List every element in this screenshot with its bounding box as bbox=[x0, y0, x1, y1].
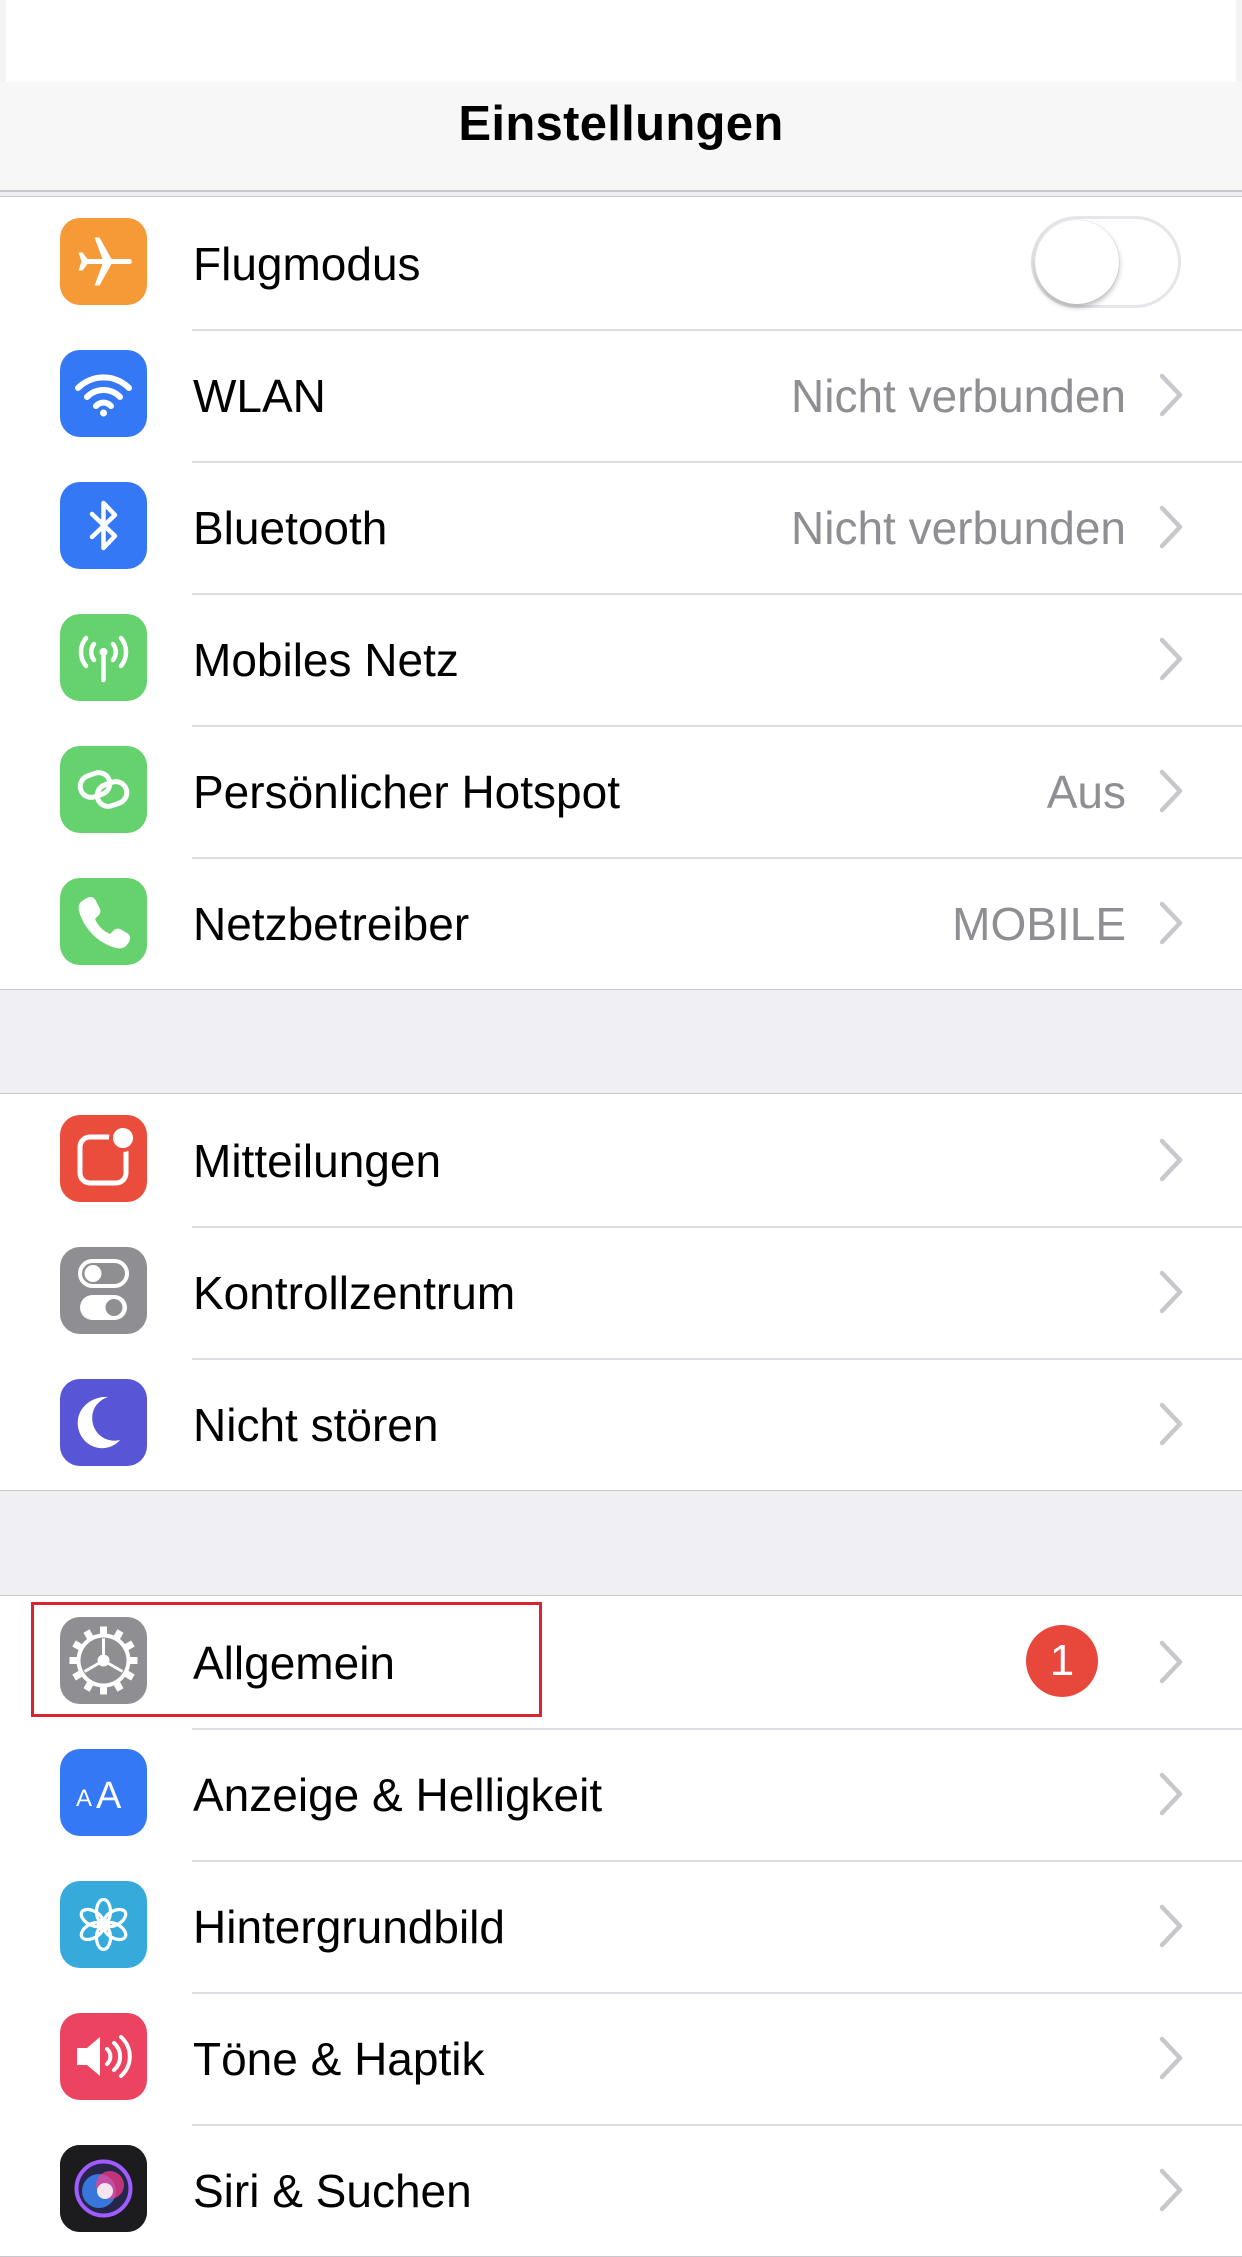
status-bar-edge-left bbox=[0, 0, 6, 82]
chevron-right-icon bbox=[1158, 768, 1184, 814]
svg-text:A: A bbox=[76, 1785, 92, 1812]
chevron-right-icon bbox=[1158, 1401, 1184, 1447]
airplane-mode-toggle[interactable] bbox=[1031, 216, 1181, 308]
notifications-icon bbox=[60, 1115, 147, 1202]
chevron-right-icon bbox=[1158, 372, 1184, 418]
settings-row-flugmodus[interactable]: Flugmodus bbox=[0, 197, 1242, 329]
settings-row-label: Bluetooth bbox=[193, 502, 388, 554]
settings-row-wlan[interactable]: WLAN Nicht verbunden bbox=[0, 329, 1242, 461]
wallpaper-icon bbox=[60, 1881, 147, 1968]
settings-row-bluetooth[interactable]: Bluetooth Nicht verbunden bbox=[0, 461, 1242, 593]
status-bar-edge-right bbox=[1236, 0, 1242, 82]
chevron-right-icon bbox=[1158, 1903, 1184, 1949]
speaker-icon bbox=[60, 2013, 147, 2100]
bluetooth-icon bbox=[60, 482, 147, 569]
update-badge: 1 bbox=[1026, 1625, 1098, 1697]
svg-text:A: A bbox=[96, 1775, 122, 1817]
chevron-right-icon bbox=[1158, 504, 1184, 550]
settings-row-netzbetreiber[interactable]: Netzbetreiber MOBILE bbox=[0, 857, 1242, 989]
chevron-right-icon bbox=[1158, 2167, 1184, 2213]
settings-row-value: Nicht verbunden bbox=[791, 370, 1126, 422]
chevron-right-icon bbox=[1158, 1771, 1184, 1817]
settings-row-label: Siri & Suchen bbox=[193, 2165, 472, 2217]
chevron-right-icon bbox=[1158, 1137, 1184, 1183]
airplane-icon bbox=[60, 218, 147, 305]
settings-row-label: Nicht stören bbox=[193, 1399, 439, 1451]
chevron-right-icon bbox=[1158, 900, 1184, 946]
status-bar bbox=[0, 0, 1242, 82]
settings-row-anzeige-and-helligkeit[interactable]: A A Anzeige & Helligkeit bbox=[0, 1728, 1242, 1860]
settings-row-label: WLAN bbox=[193, 370, 326, 422]
connectivity-group: Flugmodus WLAN Nicht verbunden Bluetooth Nic… bbox=[0, 196, 1242, 990]
wifi-icon bbox=[60, 350, 147, 437]
settings-row-mitteilungen[interactable]: Mitteilungen bbox=[0, 1094, 1242, 1226]
chevron-right-icon bbox=[1158, 2035, 1184, 2081]
chevron-right-icon bbox=[1158, 636, 1184, 682]
page-title: Einstellungen bbox=[458, 97, 784, 151]
settings-row-label: Kontrollzentrum bbox=[193, 1267, 516, 1319]
settings-row-label: Töne & Haptik bbox=[193, 2033, 485, 2085]
siri-icon bbox=[60, 2145, 147, 2232]
settings-row-hintergrundbild[interactable]: Hintergrundbild bbox=[0, 1860, 1242, 1992]
settings-row-value: MOBILE bbox=[952, 898, 1126, 950]
text-size-icon: AA bbox=[60, 1749, 147, 1836]
settings-row-persoenlicher-hotspot[interactable]: Persönlicher Hotspot Aus bbox=[0, 725, 1242, 857]
notifications-group: Mitteilungen Kontrollzentrum Nicht stören bbox=[0, 1093, 1242, 1491]
antenna-icon bbox=[60, 614, 147, 701]
settings-row-siri-and-suchen[interactable]: Siri & Suchen bbox=[0, 2124, 1242, 2256]
highlight-box bbox=[31, 1602, 542, 1717]
settings-row-label: Flugmodus bbox=[193, 238, 421, 290]
settings-row-label: Mobiles Netz bbox=[193, 634, 459, 686]
settings-row-value: Aus bbox=[1046, 766, 1126, 818]
hotspot-icon bbox=[60, 746, 147, 833]
settings-row-label: Persönlicher Hotspot bbox=[193, 766, 620, 818]
settings-row-value: Nicht verbunden bbox=[791, 502, 1126, 554]
chevron-right-icon bbox=[1158, 1639, 1184, 1685]
phone-icon bbox=[60, 878, 147, 965]
settings-row-toene-and-haptik[interactable]: Töne & Haptik bbox=[0, 1992, 1242, 2124]
chevron-right-icon bbox=[1158, 1269, 1184, 1315]
settings-row-nicht-stoeren[interactable]: Nicht stören bbox=[0, 1358, 1242, 1490]
settings-row-label: Anzeige & Helligkeit bbox=[193, 1769, 603, 1821]
settings-row-label: Mitteilungen bbox=[193, 1135, 442, 1187]
settings-row-label: Netzbetreiber bbox=[193, 898, 470, 950]
settings-row-mobiles-netz[interactable]: Mobiles Netz bbox=[0, 593, 1242, 725]
navigation-bar: Einstellungen bbox=[0, 82, 1242, 192]
control-center-icon bbox=[60, 1247, 147, 1334]
moon-icon bbox=[60, 1379, 147, 1466]
toggle-knob bbox=[1035, 220, 1119, 304]
settings-row-kontrollzentrum[interactable]: Kontrollzentrum bbox=[0, 1226, 1242, 1358]
settings-row-label: Hintergrundbild bbox=[193, 1901, 505, 1953]
